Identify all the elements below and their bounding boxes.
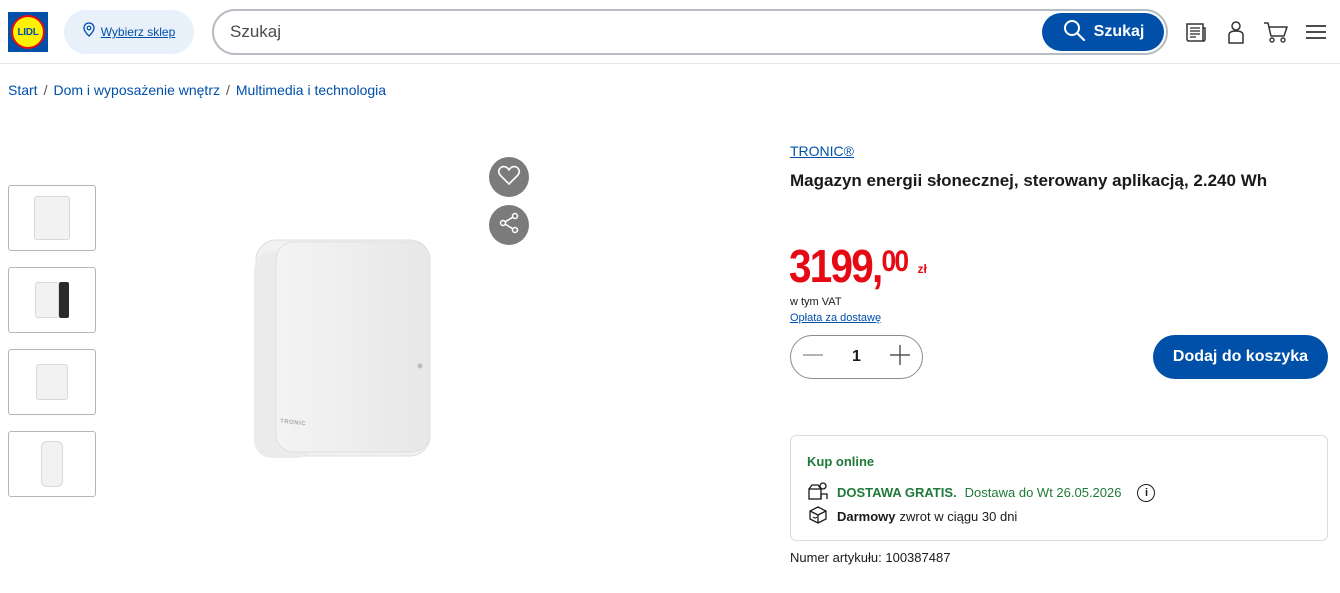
free-return-bold: Darmowy <box>837 509 896 524</box>
vat-note: w tym VAT <box>790 296 842 308</box>
account-icon[interactable] <box>1222 18 1250 46</box>
logo-circle: LIDL <box>11 15 45 49</box>
share-button[interactable] <box>489 205 529 245</box>
buy-online-title: Kup online <box>807 454 875 469</box>
site-header: LIDL Wybierz sklep Szukaj <box>0 0 1340 64</box>
info-icon[interactable]: i <box>1137 483 1156 502</box>
article-number: Numer artykułu: 100387487 <box>790 550 951 565</box>
thumbnail-1[interactable] <box>8 185 96 251</box>
heart-icon <box>497 164 521 191</box>
free-return-text: zwrot w ciągu 30 dni <box>899 509 1018 524</box>
breadcrumb-separator: / <box>225 82 230 98</box>
product-image: TRONIC <box>254 238 432 458</box>
choose-store-label: Wybierz sklep <box>100 25 176 39</box>
thumbnail-image <box>41 441 63 487</box>
thumbnail-image <box>36 364 68 400</box>
breadcrumb-home-interior[interactable]: Dom i wyposażenie wnętrz <box>53 82 220 98</box>
thumbnail-image <box>34 196 70 240</box>
breadcrumb: Start / Dom i wyposażenie wnętrz / Multi… <box>8 82 386 98</box>
brand-link[interactable]: TRONIC® <box>790 143 854 159</box>
delivery-date: Dostawa do Wt 26.05.2026 <box>964 485 1122 500</box>
search-button-label: Szukaj <box>1093 23 1145 40</box>
shipping-cost-link[interactable]: Opłata za dostawę <box>790 312 881 324</box>
minus-icon[interactable] <box>801 343 825 372</box>
breadcrumb-start[interactable]: Start <box>8 82 38 98</box>
thumbnail-2[interactable] <box>8 267 96 333</box>
logo-text: LIDL <box>17 26 39 38</box>
quantity-stepper: 1 <box>790 335 923 379</box>
cart-icon[interactable] <box>1262 18 1290 46</box>
return-row: Darmowy zwrot w ciągu 30 dni <box>807 504 1017 529</box>
return-box-icon <box>807 504 829 529</box>
add-to-cart-button[interactable]: Dodaj do koszyka <box>1153 335 1328 379</box>
price-cents: 00 <box>881 245 910 278</box>
thumbnail-4[interactable] <box>8 431 96 497</box>
search-bar: Szukaj <box>212 9 1168 55</box>
delivery-info-box: Kup online DOSTAWA GRATIS. Dostawa do Wt… <box>790 435 1328 541</box>
delivery-box-icon <box>807 480 829 505</box>
price-main: 3199,00 <box>789 240 910 292</box>
product-title: Magazyn energii słonecznej, sterowany ap… <box>790 171 1268 190</box>
thumbnail-image <box>35 282 69 318</box>
delivery-row: DOSTAWA GRATIS. Dostawa do Wt 26.05.2026… <box>807 480 1156 505</box>
search-icon <box>1062 18 1086 47</box>
price-integer: 3199, <box>789 240 883 292</box>
choose-store-button[interactable]: Wybierz sklep <box>64 10 194 54</box>
thumbnail-3[interactable] <box>8 349 96 415</box>
free-delivery-label: DOSTAWA GRATIS. <box>837 485 957 500</box>
price-currency: zł <box>917 262 927 276</box>
leaflet-icon[interactable] <box>1182 18 1210 46</box>
location-pin-icon <box>83 22 95 42</box>
wishlist-button[interactable] <box>489 157 529 197</box>
plus-icon[interactable] <box>888 343 912 372</box>
search-input[interactable] <box>230 11 1030 53</box>
breadcrumb-multimedia[interactable]: Multimedia i technologia <box>236 82 386 98</box>
search-button[interactable]: Szukaj <box>1042 13 1164 51</box>
breadcrumb-separator: / <box>43 82 48 98</box>
share-icon <box>497 211 521 240</box>
quantity-value[interactable]: 1 <box>852 348 861 366</box>
price: 3199,00 zł <box>789 240 927 292</box>
menu-icon[interactable] <box>1302 18 1330 46</box>
lidl-logo[interactable]: LIDL <box>8 12 48 52</box>
